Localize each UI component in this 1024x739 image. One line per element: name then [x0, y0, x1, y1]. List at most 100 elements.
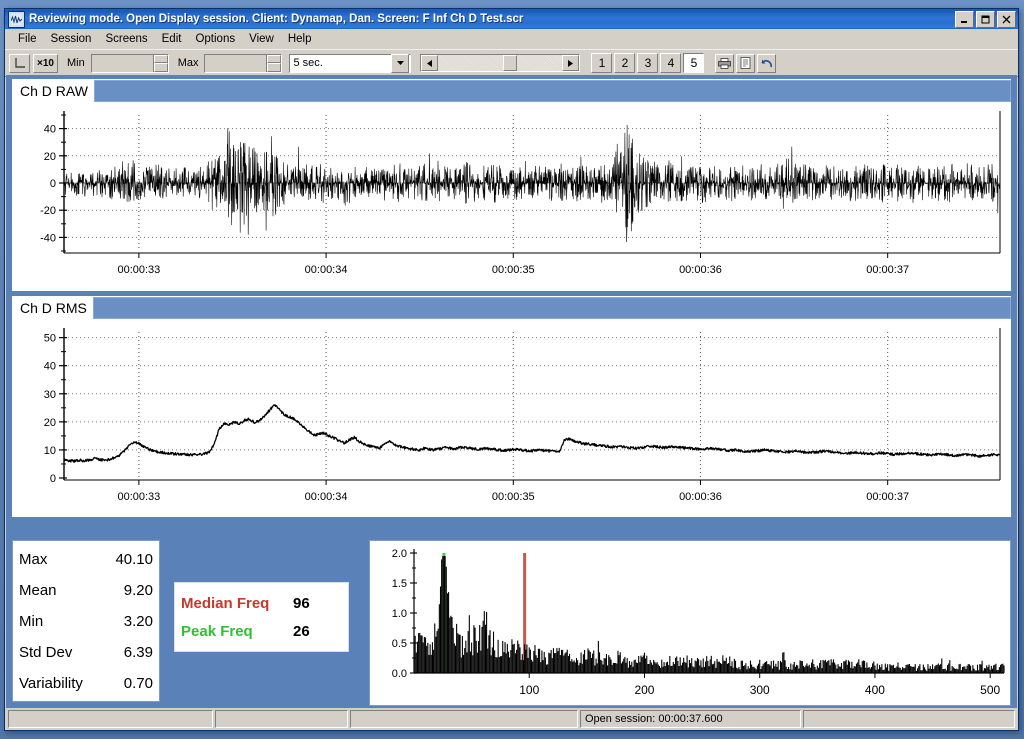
max-spinner-arrows[interactable] [266, 54, 282, 72]
rms-plot[interactable]: 50 40 30 20 10 0 00:00:33 00:00:34 00:00:35 00:00… [12, 320, 1011, 517]
stat-row-max: Max 40.10 [13, 544, 159, 575]
printer-icon[interactable] [715, 53, 735, 73]
screen-button-1[interactable]: 1 [591, 53, 613, 73]
max-input[interactable] [205, 54, 267, 72]
menu-item-options[interactable]: Options [188, 31, 242, 47]
raw-plot-canvas[interactable]: 40 20 0 -20 -40 00:00:33 00:00:34 00:00:35 00:00… [12, 103, 1012, 291]
desktop-background: Reviewing mode. Open Display session. Cl… [0, 0, 1024, 739]
svg-text:200: 200 [634, 683, 654, 697]
min-label: Min [66, 57, 85, 69]
min-spinner-arrows[interactable] [152, 54, 168, 72]
toolbar-actions [715, 53, 777, 73]
svg-text:00:00:36: 00:00:36 [679, 491, 722, 503]
stat-label-std-dev: Std Dev [19, 644, 73, 661]
menu-item-session[interactable]: Session [44, 31, 99, 47]
spectrum-panel[interactable]: 2.0 1.5 1.0 0.5 0.0 100 200 300 400 500 [369, 540, 1011, 706]
menu-item-screens[interactable]: Screens [98, 31, 154, 47]
svg-text:2.0: 2.0 [392, 548, 407, 560]
report-icon[interactable] [736, 53, 756, 73]
stat-value-mean: 9.20 [123, 582, 153, 599]
screen-button-4[interactable]: 4 [660, 53, 682, 73]
stat-label-mean: Mean [19, 582, 57, 599]
peak-freq-row: Peak Freq 26 [181, 617, 348, 645]
timebase-select[interactable]: 5 sec. [289, 53, 412, 73]
raw-panel-title: Ch D RAW [20, 83, 88, 99]
svg-text:20: 20 [44, 417, 56, 429]
max-spin-down[interactable] [267, 63, 282, 72]
max-spinner[interactable] [204, 53, 283, 73]
raw-panel-header: Ch D RAW [12, 79, 1011, 103]
stat-label-variability: Variability [19, 675, 83, 692]
client-area: Ch D RAW 40 20 0 -20 -40 00:00:33 00:00:34 00:0… [6, 75, 1017, 708]
status-pane-1 [8, 710, 213, 728]
rms-panel-header: Ch D RMS [12, 296, 1011, 320]
scrollbar-track[interactable] [438, 55, 563, 71]
menu-item-file[interactable]: File [11, 31, 44, 47]
svg-text:00:00:34: 00:00:34 [305, 491, 348, 503]
svg-text:0.0: 0.0 [392, 668, 407, 680]
status-pane-2 [215, 710, 348, 728]
chevron-down-icon[interactable] [391, 53, 410, 73]
maximize-button[interactable] [976, 10, 995, 28]
median-freq-row: Median Freq 96 [181, 589, 348, 617]
min-spin-down[interactable] [153, 63, 168, 72]
min-spinner[interactable] [90, 53, 169, 73]
svg-text:500: 500 [980, 683, 1000, 697]
stat-value-min: 3.20 [123, 613, 153, 630]
toolbar: ×10 Min Max 5 sec. 1 2 3 4 5 [5, 49, 1018, 77]
svg-text:00:00:34: 00:00:34 [305, 264, 348, 276]
scrollbar-thumb[interactable] [502, 55, 517, 71]
menu-item-view[interactable]: View [242, 31, 281, 47]
screen-button-2[interactable]: 2 [614, 53, 636, 73]
x10-button[interactable]: ×10 [33, 53, 58, 73]
menu-item-help[interactable]: Help [281, 31, 319, 47]
rms-plot-canvas[interactable]: 50 40 30 20 10 0 00:00:33 00:00:34 00:00:35 00:00… [12, 320, 1012, 517]
scroll-left-button[interactable] [421, 55, 439, 71]
max-spin-up[interactable] [267, 54, 282, 63]
status-pane-5 [803, 710, 1015, 728]
stat-value-max: 40.10 [115, 551, 153, 568]
peak-freq-value: 26 [293, 622, 310, 640]
svg-text:40: 40 [44, 361, 56, 373]
svg-text:0: 0 [50, 473, 56, 485]
svg-text:400: 400 [865, 683, 885, 697]
minimize-button[interactable] [955, 10, 974, 28]
undo-icon[interactable] [757, 53, 777, 73]
screen-button-5[interactable]: 5 [683, 53, 705, 73]
screen-buttons: 1 2 3 4 5 [591, 53, 705, 73]
bottom-area: Max 40.10 Mean 9.20 Min 3.20 Std Dev 6.3… [6, 536, 1017, 708]
stat-row-mean: Mean 9.20 [13, 575, 159, 606]
spectrum-plot-canvas[interactable]: 2.0 1.5 1.0 0.5 0.0 100 200 300 400 500 [370, 541, 1014, 705]
timeline-scrollbar[interactable] [420, 54, 581, 72]
stat-row-variability: Variability 0.70 [13, 668, 159, 699]
svg-text:0: 0 [50, 178, 56, 190]
raw-panel-bar[interactable] [93, 80, 1011, 102]
svg-text:300: 300 [750, 683, 770, 697]
svg-text:00:00:37: 00:00:37 [866, 491, 909, 503]
peak-freq-label: Peak Freq [181, 622, 253, 640]
min-spin-up[interactable] [153, 54, 168, 63]
rms-panel-bar[interactable] [92, 297, 1011, 319]
rms-panel-title: Ch D RMS [20, 300, 87, 316]
svg-text:20: 20 [44, 151, 56, 163]
max-label: Max [177, 57, 199, 69]
raw-plot[interactable]: 40 20 0 -20 -40 00:00:33 00:00:34 00:00:35 00:00… [12, 103, 1011, 291]
svg-text:1.5: 1.5 [392, 578, 407, 590]
scroll-right-button[interactable] [562, 55, 580, 71]
svg-text:00:00:33: 00:00:33 [117, 264, 160, 276]
statistics-panel: Max 40.10 Mean 9.20 Min 3.20 Std Dev 6.3… [12, 540, 160, 702]
svg-text:40: 40 [44, 124, 56, 136]
menu-item-edit[interactable]: Edit [155, 31, 189, 47]
window-title: Reviewing mode. Open Display session. Cl… [29, 13, 524, 25]
screen-button-3[interactable]: 3 [637, 53, 659, 73]
menu-bar: File Session Screens Edit Options View H… [5, 29, 1018, 49]
svg-text:00:00:33: 00:00:33 [117, 491, 160, 503]
window-controls [955, 10, 1016, 28]
min-input[interactable] [91, 54, 153, 72]
axis-scale-button[interactable] [9, 53, 30, 73]
median-freq-value: 96 [293, 594, 310, 612]
svg-text:00:00:37: 00:00:37 [866, 264, 909, 276]
status-pane-3 [350, 710, 578, 728]
close-button[interactable] [997, 10, 1016, 28]
stat-value-std-dev: 6.39 [123, 644, 153, 661]
